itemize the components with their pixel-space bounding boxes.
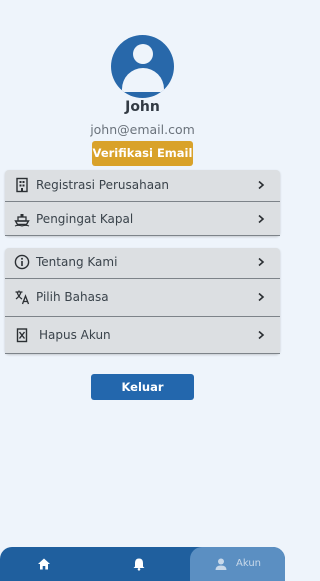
menu-item-label: Hapus Akun <box>39 328 111 342</box>
nav-account-label: Akun <box>236 558 261 569</box>
menu-card-settings: Tentang Kami Pilih Bahasa Hapus Akun <box>5 248 280 354</box>
chevron-right-icon <box>258 214 265 224</box>
translate-icon <box>15 290 30 305</box>
home-icon <box>38 558 50 570</box>
bottom-nav: Akun <box>0 547 285 581</box>
divider <box>5 278 280 279</box>
avatar-head-shape <box>133 44 153 64</box>
chevron-right-icon <box>258 292 265 302</box>
divider <box>5 353 280 354</box>
menu-item-company-registration[interactable]: Registrasi Perusahaan <box>5 168 280 202</box>
delete-account-icon <box>16 328 28 343</box>
menu-card-company: Registrasi Perusahaan Pengingat Kapal <box>5 170 280 236</box>
chevron-right-icon <box>258 330 265 340</box>
avatar-body-shape <box>122 68 164 92</box>
person-icon <box>215 558 227 570</box>
building-icon <box>16 177 28 193</box>
menu-item-label: Registrasi Perusahaan <box>36 178 170 192</box>
chevron-right-icon <box>258 180 265 190</box>
menu-item-about-us[interactable]: Tentang Kami <box>5 245 280 279</box>
ship-icon <box>14 214 30 227</box>
nav-home[interactable] <box>0 547 95 581</box>
menu-item-label: Pilih Bahasa <box>36 290 109 304</box>
menu-item-label: Pengingat Kapal <box>36 212 134 226</box>
bell-icon <box>133 558 145 571</box>
menu-item-ship-reminder[interactable]: Pengingat Kapal <box>5 202 280 236</box>
profile-name: John <box>125 99 160 115</box>
logout-button[interactable]: Keluar <box>91 374 194 400</box>
menu-item-choose-language[interactable]: Pilih Bahasa <box>5 280 280 314</box>
divider <box>5 235 280 236</box>
profile-email: john@email.com <box>90 122 195 137</box>
nav-account[interactable]: Akun <box>190 547 285 581</box>
nav-notifications[interactable] <box>95 547 190 581</box>
profile-avatar <box>111 35 174 98</box>
divider <box>5 316 280 317</box>
menu-item-label: Tentang Kami <box>36 255 118 269</box>
verify-email-button[interactable]: Verifikasi Email <box>92 141 193 166</box>
info-icon <box>14 254 30 270</box>
chevron-right-icon <box>258 257 265 267</box>
menu-item-delete-account[interactable]: Hapus Akun <box>5 318 280 352</box>
